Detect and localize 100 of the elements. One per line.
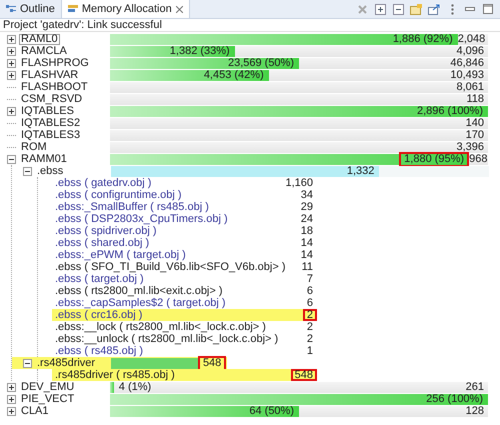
expand-icon[interactable] [7,58,16,68]
section-name: .rs485driver [36,358,96,368]
total-value: 46,846 [450,57,485,69]
object-name: .ebss ( DSP2803x_CpuTimers.obj ) [55,213,228,225]
object-size: 14 [300,237,314,249]
total-value: 170 [466,129,485,141]
object-row[interactable]: .ebss:_ePWM ( target.obj ) 14 [52,249,317,261]
collapse-all-icon[interactable] [392,3,404,15]
object-row[interactable]: .ebss ( gatedrv.obj ) 1,160 [52,177,317,189]
collapse-icon[interactable] [23,166,32,176]
object-row[interactable]: .ebss ( DSP2803x_CpuTimers.obj ) 24 [52,213,317,225]
used-value: 256 (100%) [425,392,484,406]
region-name[interactable]: FLASHBOOT [19,82,90,92]
object-name: .ebss ( configruntime.obj ) [55,189,182,201]
outline-icon [6,4,16,14]
expand-icon[interactable] [7,406,16,416]
object-name: .ebss ( SFO_TI_Build_V6b.lib<SFO_V6b.obj> ) [55,261,286,273]
object-row[interactable]: .ebss ( SFO_TI_Build_V6b.lib<SFO_V6b.obj> ) 11 [52,261,317,273]
region-name[interactable]: RAMM01 [19,154,69,164]
region-name[interactable]: RAMCLA [19,46,69,56]
object-name: .ebss:_ePWM ( target.obj ) [55,249,186,261]
total-value: 8,061 [456,81,485,93]
object-name: .ebss:__lock ( rts2800_ml.lib<_lock.c.obj> ) [55,321,266,333]
object-name: .ebss ( rts2800_ml.lib<exit.c.obj> ) [55,285,223,297]
object-size: 1,160 [284,177,314,189]
expand-icon[interactable] [7,46,16,56]
total-value: 261 [466,381,485,393]
tab-label: Outline [20,3,55,15]
object-name: .ebss:__unlock ( rts2800_ml.lib<_lock.c.obj> ) [55,333,278,345]
view-tab[interactable]: Memory Allocation [62,0,190,18]
region-name[interactable]: PIE_VECT [19,394,76,404]
memory-icon [68,4,78,14]
object-row[interactable]: .ebss:_capSamples$2 ( target.obj ) 6 [52,297,317,309]
section-row[interactable]: .ebss 1,332 [12,165,500,177]
object-size: 2 [302,309,317,321]
total-value: 4,096 [456,45,485,57]
maximize-icon[interactable] [482,3,494,15]
object-row[interactable]: .ebss ( crc16.obj ) 2 [52,309,317,321]
used-value: 2,896 (100%) [416,104,484,118]
object-row[interactable]: .rs485driver ( rs485.obj ) 548 [52,369,317,381]
region-name[interactable]: CLA1 [19,406,51,416]
used-value: 64 (50%) [248,404,295,418]
used-value: 1,382 (33%) [168,44,231,58]
object-name: .ebss ( crc16.obj ) [55,309,142,321]
region-name[interactable]: CSM_RSVD [19,94,84,104]
object-size: 6 [306,285,314,297]
expand-icon[interactable] [7,394,16,404]
region-name[interactable]: IQTABLES2 [19,118,82,128]
collapse-icon[interactable] [23,358,32,368]
total-value: 968 [469,153,488,165]
object-size: 7 [306,273,314,285]
region-name[interactable]: FLASHVAR [19,70,80,80]
object-row[interactable]: .ebss:__lock ( rts2800_ml.lib<_lock.c.obj> ) 2 [52,321,317,333]
region-name[interactable]: FLASHPROG [19,58,91,68]
expand-all-icon[interactable] [374,3,386,15]
object-name: .ebss:_SmallBuffer ( rs485.obj ) [55,201,209,213]
region-name[interactable]: ROM [19,142,49,152]
close-icon[interactable] [176,6,183,12]
object-size: 11 [300,261,314,273]
object-row[interactable]: .ebss ( shared.obj ) 14 [52,237,317,249]
object-row[interactable]: .ebss ( spidriver.obj ) 18 [52,225,317,237]
total-value: 2,048 [458,33,486,45]
expand-icon[interactable] [7,382,16,392]
object-size: 2 [306,333,314,345]
object-name: .ebss ( target.obj ) [55,273,144,285]
object-size: 34 [300,189,314,201]
object-size: 24 [300,213,314,225]
total-value: 10,493 [450,69,485,81]
object-size: 1 [306,345,314,357]
object-row[interactable]: .ebss:__unlock ( rts2800_ml.lib<_lock.c.obj> ) 2 [52,333,317,345]
collapse-icon[interactable] [7,154,16,164]
region-name[interactable]: RAML0 [19,34,60,44]
total-value: 140 [466,117,485,129]
object-size: 14 [300,249,314,261]
expand-icon[interactable] [7,106,16,116]
total-value: 128 [466,405,485,417]
object-size: 2 [306,321,314,333]
used-value: 23,569 (50%) [226,56,295,70]
total-value: 3,396 [456,141,485,153]
object-name: .ebss ( gatedrv.obj ) [55,177,152,189]
object-row[interactable]: .ebss ( rs485.obj ) 1 [52,345,317,357]
used-value: 4 (1%) [118,380,152,394]
region-name[interactable]: IQTABLES [19,106,76,116]
object-row[interactable]: .ebss ( target.obj ) 7 [52,273,317,285]
object-row[interactable]: .ebss ( configruntime.obj ) 34 [52,189,317,201]
expand-icon[interactable] [7,34,16,44]
object-name: .ebss:_capSamples$2 ( target.obj ) [55,297,226,309]
object-name: .ebss ( rs485.obj ) [55,345,144,357]
used-value: 1,886 (92%) [392,32,454,46]
used-value: 4,453 (42%) [202,68,265,82]
object-size: 18 [300,225,314,237]
section-size: 1,332 [346,164,376,178]
object-name: .ebss ( shared.obj ) [55,237,150,249]
object-row[interactable]: .ebss:_SmallBuffer ( rs485.obj ) 29 [52,201,317,213]
object-row[interactable]: .ebss ( rts2800_ml.lib<exit.c.obj> ) 6 [52,285,317,297]
expand-icon[interactable] [7,70,16,80]
region-name[interactable]: IQTABLES3 [19,130,82,140]
export-icon[interactable] [428,3,440,15]
region-name[interactable]: DEV_EMU [19,382,76,392]
object-size: 29 [300,201,314,213]
